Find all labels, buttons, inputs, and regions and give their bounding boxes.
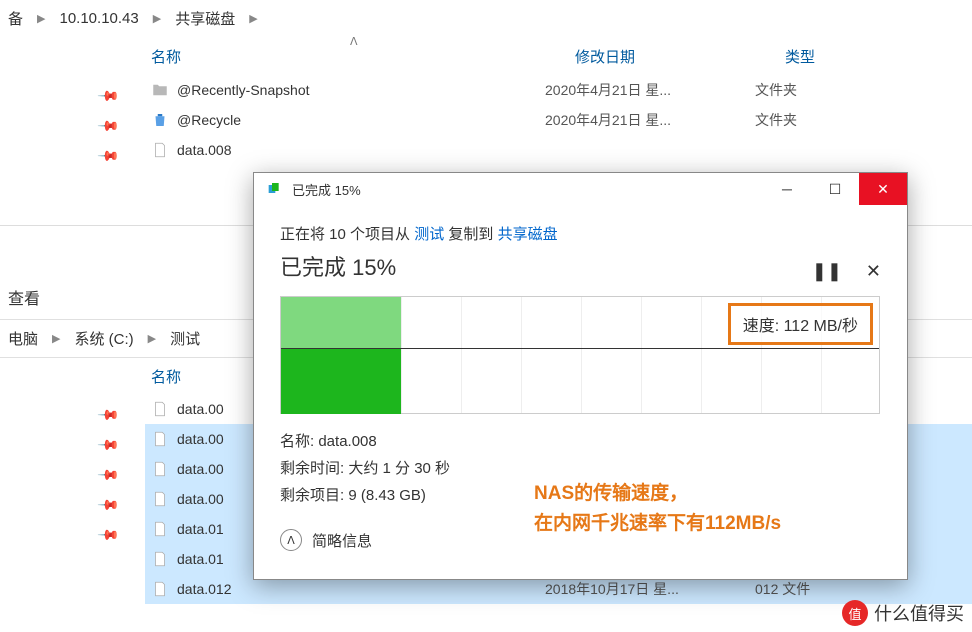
file-icon <box>151 400 169 418</box>
pin-icon: 📌 <box>98 404 121 427</box>
chart-upper-area <box>281 297 401 348</box>
file-name: @Recently-Snapshot <box>177 82 310 98</box>
breadcrumb-item[interactable]: 10.10.10.43 <box>55 8 142 29</box>
quick-access-column: 📌 📌 📌 📌 📌 <box>0 358 145 604</box>
table-row[interactable]: @Recently-Snapshot 2020年4月21日 星... 文件夹 <box>145 75 972 105</box>
breadcrumb-item[interactable]: 电脑 <box>4 326 42 351</box>
annotation-line: NAS的传输速度， <box>534 479 781 509</box>
detail-time-value: 大约 1 分 30 秒 <box>348 460 450 477</box>
chart-midline <box>281 348 879 349</box>
detail-name-value: data.008 <box>318 433 376 450</box>
file-icon <box>151 460 169 478</box>
pin-icon: 📌 <box>98 524 121 547</box>
dialog-title: 已完成 15% <box>286 180 763 199</box>
file-name: data.01 <box>177 551 224 567</box>
annotation-line: 在内网千兆速率下有112MB/s <box>534 509 781 539</box>
file-name: data.00 <box>177 491 224 507</box>
pin-icon: 📌 <box>98 115 121 138</box>
pin-icon: 📌 <box>98 494 121 517</box>
pin-icon: 📌 <box>98 434 121 457</box>
file-date: 2020年4月21日 星... <box>545 110 755 130</box>
file-icon <box>151 430 169 448</box>
folder-icon <box>151 81 169 99</box>
progress-controls: ❚❚ ✕ <box>812 261 881 282</box>
chevron-up-icon: ᐱ <box>280 529 302 551</box>
copy-source-line: 正在将 10 个项目从 测试 复制到 共享磁盘 <box>280 223 881 244</box>
file-icon <box>151 141 169 159</box>
close-button[interactable]: ✕ <box>859 173 907 205</box>
copy-prefix: 正在将 10 个项目从 <box>280 226 414 243</box>
file-date: 2020年4月21日 星... <box>545 80 755 100</box>
breadcrumb-top[interactable]: 备 ▶ 10.10.10.43 ▶ 共享磁盘 ▶ <box>0 0 972 37</box>
file-icon <box>151 520 169 538</box>
file-name: data.012 <box>177 581 232 597</box>
minimize-button[interactable]: ─ <box>763 173 811 205</box>
column-headers[interactable]: ᐱ 名称 修改日期 类型 <box>145 37 972 75</box>
quick-access-column: 📌 📌 📌 <box>0 37 145 171</box>
copy-mid: 复制到 <box>444 226 497 243</box>
file-icon <box>151 490 169 508</box>
chevron-right-icon: ▶ <box>27 12 55 25</box>
dialog-titlebar[interactable]: 已完成 15% ─ ☐ ✕ <box>254 173 907 205</box>
table-row[interactable]: @Recycle 2020年4月21日 星... 文件夹 <box>145 105 972 135</box>
file-icon <box>151 580 169 598</box>
top-explorer-window: 备 ▶ 10.10.10.43 ▶ 共享磁盘 ▶ 📌 📌 📌 ᐱ 名称 修改日期… <box>0 0 972 190</box>
pin-icon: 📌 <box>98 145 121 168</box>
speed-chart: 速度: 112 MB/秒 <box>280 296 880 414</box>
file-list-top: ᐱ 名称 修改日期 类型 @Recently-Snapshot 2020年4月2… <box>145 37 972 171</box>
cancel-button[interactable]: ✕ <box>866 261 881 282</box>
table-row[interactable]: data.008 <box>145 135 972 165</box>
annotation-overlay: NAS的传输速度， 在内网千兆速率下有112MB/s <box>534 479 781 540</box>
chart-lower-area <box>281 348 401 414</box>
source-link[interactable]: 测试 <box>414 226 444 243</box>
detail-items-value: 9 (8.43 GB) <box>348 487 426 504</box>
watermark-badge: 值 <box>842 600 868 626</box>
column-header-date[interactable]: 修改日期 <box>575 46 785 67</box>
file-name: data.008 <box>177 142 232 158</box>
chevron-right-icon: ▶ <box>143 12 171 25</box>
pin-icon: 📌 <box>98 85 121 108</box>
column-header-name[interactable]: 名称 <box>145 46 575 67</box>
maximize-button[interactable]: ☐ <box>811 173 859 205</box>
file-type: 文件夹 <box>755 80 905 100</box>
ribbon-tab-view[interactable]: 查看 <box>8 291 40 308</box>
file-icon <box>151 550 169 568</box>
file-name: data.01 <box>177 521 224 537</box>
watermark-text: 什么值得买 <box>874 600 964 626</box>
file-date: 2018年10月17日 星... <box>545 579 755 599</box>
detail-name-label: 名称: <box>280 433 318 450</box>
progress-percentage: 已完成 15% <box>280 250 881 282</box>
chevron-right-icon: ▶ <box>138 332 166 345</box>
chevron-right-icon: ▶ <box>239 12 267 25</box>
breadcrumb-item[interactable]: 系统 (C:) <box>70 326 137 351</box>
pin-icon: 📌 <box>98 464 121 487</box>
watermark: 值 什么值得买 <box>842 600 964 626</box>
detail-time-label: 剩余时间: <box>280 460 348 477</box>
sort-ascending-icon: ᐱ <box>350 35 358 48</box>
copy-progress-dialog: 已完成 15% ─ ☐ ✕ 正在将 10 个项目从 测试 复制到 共享磁盘 已完… <box>253 172 908 580</box>
column-header-type[interactable]: 类型 <box>785 46 935 67</box>
breadcrumb-item[interactable]: 测试 <box>166 326 204 351</box>
file-type: 012 文件 <box>755 579 905 599</box>
breadcrumb-item[interactable]: 共享磁盘 <box>171 6 239 31</box>
pause-button[interactable]: ❚❚ <box>812 261 842 282</box>
recycle-icon <box>151 111 169 129</box>
destination-link[interactable]: 共享磁盘 <box>498 226 558 243</box>
less-details-label: 简略信息 <box>312 530 372 551</box>
file-name: data.00 <box>177 431 224 447</box>
file-type: 文件夹 <box>755 110 905 130</box>
chevron-right-icon: ▶ <box>42 332 70 345</box>
copy-icon <box>262 177 286 201</box>
file-name: data.00 <box>177 461 224 477</box>
file-name: data.00 <box>177 401 224 417</box>
detail-items-label: 剩余项目: <box>280 487 348 504</box>
speed-readout: 速度: 112 MB/秒 <box>728 303 873 345</box>
file-name: @Recycle <box>177 112 241 128</box>
breadcrumb-item[interactable]: 备 <box>4 6 27 31</box>
